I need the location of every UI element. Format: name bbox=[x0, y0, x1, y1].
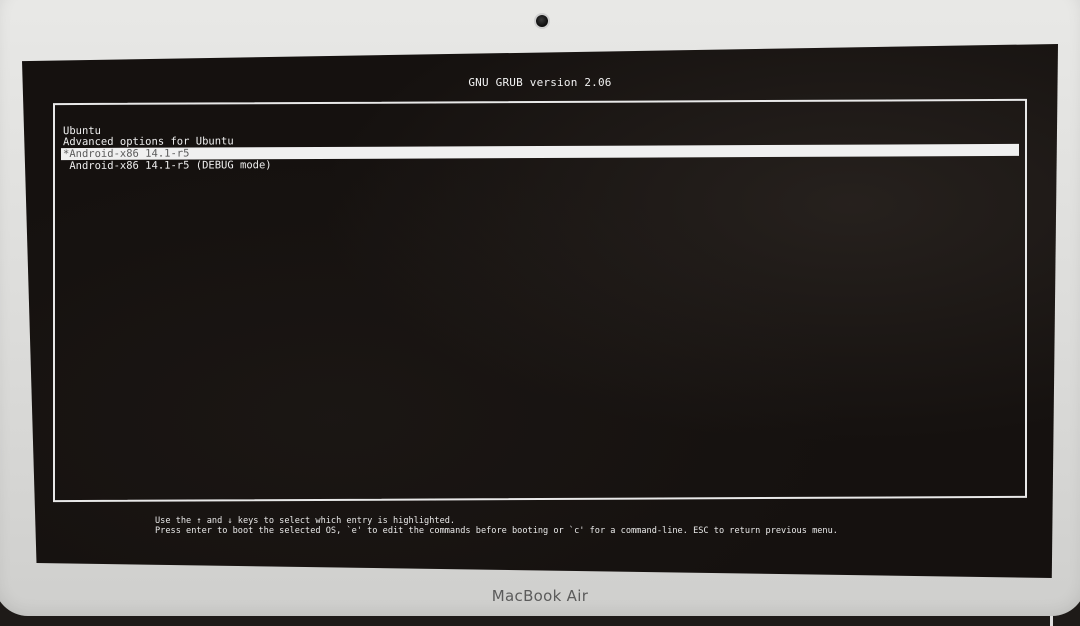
grub-menu: Ubuntu Advanced options for Ubuntu *Andr… bbox=[53, 98, 1027, 503]
help-line-commands: Press enter to boot the selected OS, `e'… bbox=[155, 526, 838, 536]
webcam-icon bbox=[536, 15, 548, 27]
grub-help-text: Use the ↑ and ↓ keys to select which ent… bbox=[155, 516, 838, 536]
menu-entry-android-x86-debug[interactable]: Android-x86 14.1-r5 (DEBUG mode) bbox=[63, 159, 271, 172]
grub-title: GNU GRUB version 2.06 bbox=[468, 76, 612, 89]
laptop-screen: GNU GRUB version 2.06 Ubuntu Advanced op… bbox=[22, 44, 1058, 578]
photo-scene: GNU GRUB version 2.06 Ubuntu Advanced op… bbox=[0, 0, 1080, 626]
menu-entry-advanced-ubuntu[interactable]: Advanced options for Ubuntu bbox=[63, 135, 234, 148]
help-line-navigation: Use the ↑ and ↓ keys to select which ent… bbox=[155, 516, 456, 526]
brand-label: MacBook Air bbox=[491, 587, 589, 605]
